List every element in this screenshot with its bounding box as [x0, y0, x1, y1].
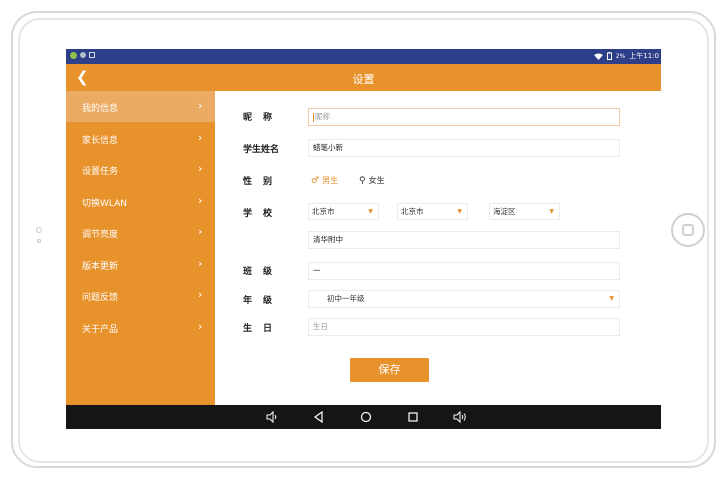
wifi-icon [593, 53, 603, 60]
gender-label: 性 别 [243, 177, 274, 187]
nickname-field[interactable]: 昵称 [308, 108, 620, 126]
title-bar: ❮ 设置 [66, 64, 661, 91]
district-value: 海淀区 [493, 207, 516, 216]
sidebar-item-label: 关于产品 [82, 325, 119, 335]
home-button[interactable] [671, 213, 705, 247]
sidebar-item-label: 家长信息 [82, 136, 119, 146]
screenshot-notification-icon [89, 52, 95, 58]
grade-select[interactable]: 初中一年级 ▼ [308, 290, 620, 308]
sidebar-item-switch-wlan[interactable]: 切换WLAN › [66, 186, 215, 217]
gender-option-male[interactable]: ♂ 男生 [311, 175, 338, 186]
search-female-icon: ⚲ [359, 175, 366, 186]
sidebar-item-brightness[interactable]: 调节亮度 › [66, 217, 215, 248]
city-value: 北京市 [401, 207, 424, 216]
camera-icon [36, 227, 42, 233]
student-name-field[interactable]: 蜡笔小新 [308, 139, 620, 157]
male-icon: ♂ [311, 175, 320, 186]
gender-option-label: 男生 [322, 176, 339, 185]
sidebar-item-label: 我的信息 [82, 104, 119, 114]
dropdown-arrow-icon: ▼ [457, 208, 462, 215]
page-title: 设置 [352, 73, 375, 86]
province-value: 北京市 [312, 207, 335, 216]
profile-form: 昵 称 昵称 学生姓名 蜡笔小新 性 别 ♂ 男生 ⚲ 女生 学 校 北京市 ▼… [215, 91, 661, 405]
province-select[interactable]: 北京市 ▼ [308, 203, 379, 220]
gender-option-female[interactable]: ⚲ 女生 [359, 175, 385, 186]
birthday-field[interactable]: 生日 [308, 318, 620, 336]
text-cursor [313, 112, 314, 122]
class-label: 班 级 [243, 267, 274, 277]
clock: 上午11:0 [629, 52, 659, 60]
chevron-right-icon: › [198, 257, 203, 270]
dropdown-arrow-icon: ▼ [368, 208, 373, 215]
status-bar: 2% 上午11:0 [66, 49, 661, 64]
dropdown-arrow-icon: ▼ [609, 295, 614, 302]
student-name-label: 学生姓名 [243, 145, 280, 155]
back-triangle-icon[interactable] [312, 410, 326, 424]
birthday-label: 生 日 [243, 324, 274, 334]
nickname-placeholder: 昵称 [315, 112, 330, 121]
sidebar-item-about[interactable]: 关于产品 › [66, 312, 215, 343]
battery-icon [606, 52, 612, 60]
chevron-right-icon: › [198, 162, 203, 175]
chevron-right-icon: › [198, 225, 203, 238]
grade-value: 初中一年级 [327, 294, 365, 303]
sidebar-item-my-info[interactable]: 我的信息 › [66, 91, 215, 122]
sidebar: 我的信息 › 家长信息 › 设置任务 › 切换WLAN › 调节亮度 › 版本更… [66, 91, 215, 405]
save-button[interactable]: 保存 [350, 358, 429, 382]
sidebar-item-feedback[interactable]: 问题反馈 › [66, 280, 215, 311]
android-nav-bar [66, 405, 661, 429]
sidebar-item-set-task[interactable]: 设置任务 › [66, 154, 215, 185]
chevron-right-icon: › [198, 99, 203, 112]
sidebar-item-version-update[interactable]: 版本更新 › [66, 249, 215, 280]
chevron-right-icon: › [198, 320, 203, 333]
sidebar-item-label: 版本更新 [82, 262, 119, 272]
sidebar-item-label: 设置任务 [82, 167, 119, 177]
sidebar-item-label: 调节亮度 [82, 230, 119, 240]
chevron-right-icon: › [198, 288, 203, 301]
sidebar-item-label: 问题反馈 [82, 293, 119, 303]
home-circle-icon[interactable] [359, 410, 373, 424]
volume-up-icon[interactable] [453, 410, 467, 424]
dropdown-arrow-icon: ▼ [549, 208, 554, 215]
volume-down-icon[interactable] [265, 410, 279, 424]
sidebar-item-label: 切换WLAN [82, 199, 128, 209]
app-notification-icon [70, 52, 77, 59]
school-label: 学 校 [243, 209, 274, 219]
sensor-icon [37, 239, 41, 243]
chevron-right-icon: › [198, 194, 203, 207]
class-field[interactable]: 一 [308, 262, 620, 280]
city-select[interactable]: 北京市 ▼ [397, 203, 468, 220]
chevron-right-icon: › [198, 131, 203, 144]
grade-label: 年 级 [243, 296, 274, 306]
recents-square-icon[interactable] [406, 410, 420, 424]
sidebar-item-parent-info[interactable]: 家长信息 › [66, 123, 215, 154]
school-name-field[interactable]: 清华附中 [308, 231, 620, 249]
nickname-label: 昵 称 [243, 113, 274, 123]
battery-level: 2% [615, 52, 626, 60]
gender-option-label: 女生 [368, 176, 385, 185]
settings-notification-icon [80, 52, 86, 58]
district-select[interactable]: 海淀区 ▼ [489, 203, 560, 220]
